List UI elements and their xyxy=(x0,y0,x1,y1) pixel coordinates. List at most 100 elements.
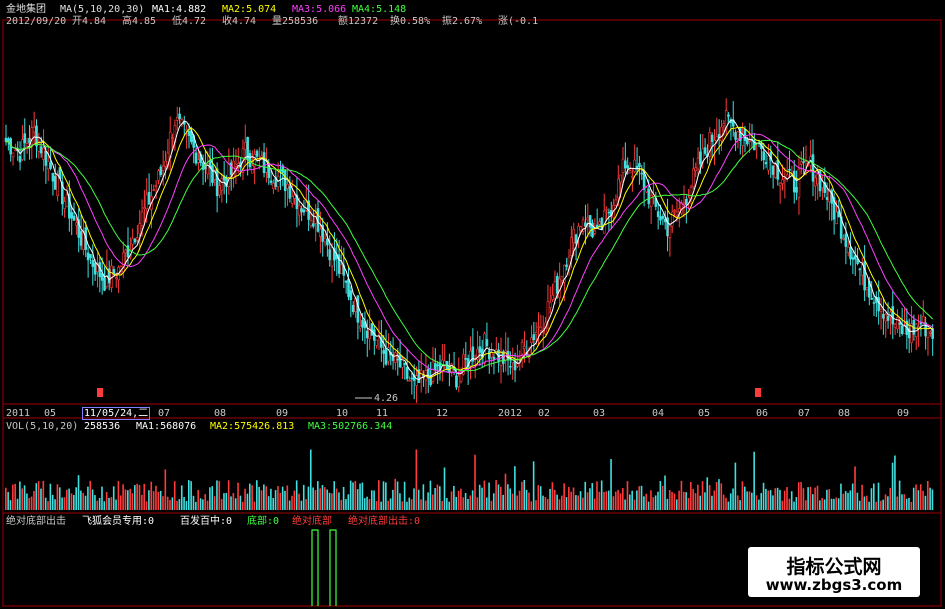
volume-bar xyxy=(844,491,847,510)
volume-bar xyxy=(523,480,526,510)
candle-body xyxy=(286,184,289,189)
volume-bar xyxy=(924,495,927,510)
volume-bar xyxy=(624,499,626,510)
candle-body xyxy=(164,160,167,167)
candle-body xyxy=(65,194,69,208)
candle-body xyxy=(302,209,306,213)
vol-ma3: MA3:502766.344 xyxy=(308,421,393,432)
candle-body xyxy=(136,237,139,241)
volume-bar xyxy=(288,500,291,510)
candle-body xyxy=(926,328,930,338)
volume-bar xyxy=(816,485,819,510)
timeline-label: 07 xyxy=(158,408,171,419)
volume-bar xyxy=(507,484,509,510)
candle-body xyxy=(523,346,526,349)
candle-body xyxy=(842,237,845,240)
candle-body xyxy=(197,159,200,163)
volume-bar xyxy=(401,501,404,510)
volume-bar xyxy=(420,499,422,510)
volume-bar xyxy=(108,497,110,510)
volume-bar xyxy=(9,500,12,510)
volume-bar xyxy=(593,498,596,510)
candle-body xyxy=(797,168,801,198)
volume-bar xyxy=(356,489,359,510)
watermark: 指标公式网 www.zbgs3.com xyxy=(748,547,920,597)
candle-body xyxy=(215,168,219,197)
volume-bar xyxy=(621,488,624,510)
volume-bar xyxy=(797,482,800,510)
candle-body xyxy=(513,361,517,371)
volume-bar xyxy=(741,481,744,510)
volume-bar xyxy=(870,488,873,510)
volume-bar xyxy=(7,491,9,510)
volume-bar xyxy=(729,493,732,510)
candle-body xyxy=(469,350,472,367)
volume-bar xyxy=(178,499,181,510)
volume-bar xyxy=(47,501,49,510)
candle-body xyxy=(206,165,210,175)
candle-body xyxy=(858,268,862,271)
volume-bar xyxy=(568,486,570,510)
volume-bar xyxy=(396,481,399,510)
volume-bar xyxy=(511,493,514,510)
volume-bar xyxy=(603,491,605,510)
volume-bar xyxy=(661,485,664,510)
event-marker xyxy=(97,388,103,397)
volume-bar xyxy=(779,489,781,510)
candle-body xyxy=(556,276,559,294)
volume-bar xyxy=(776,487,779,510)
volume-bar xyxy=(14,483,16,510)
volume-bar xyxy=(436,484,439,510)
volume-bar xyxy=(837,498,840,510)
candle-body xyxy=(677,208,681,213)
volume-bar xyxy=(385,482,387,510)
candle-body xyxy=(32,126,36,133)
candle-body xyxy=(152,189,156,191)
volume-bar xyxy=(220,499,223,510)
volume-bar xyxy=(75,487,77,510)
volume-bar xyxy=(600,480,603,510)
volume-bar xyxy=(277,486,279,510)
volume-bar xyxy=(267,496,270,510)
volume-bar xyxy=(431,494,434,510)
volume-bar xyxy=(490,500,493,510)
timeline-label: 2011 xyxy=(6,408,31,419)
volume-bar xyxy=(530,501,533,510)
volume-bar xyxy=(774,488,777,510)
volume-bar xyxy=(746,491,748,510)
volume-bar xyxy=(638,486,641,510)
volume-bar xyxy=(105,492,108,510)
volume-bar xyxy=(809,486,812,510)
volume-bar xyxy=(373,490,375,510)
candle-body xyxy=(410,377,414,380)
volume-bar xyxy=(197,489,199,510)
candle-body xyxy=(403,363,407,365)
volume-bar xyxy=(232,492,235,510)
candle-body xyxy=(574,234,578,244)
candle-body xyxy=(696,157,700,170)
volume-bar xyxy=(654,495,657,510)
volume-bar xyxy=(516,495,519,510)
candle-body xyxy=(882,313,885,319)
volume-bar xyxy=(743,486,746,510)
candle-body xyxy=(727,114,730,117)
volume-bar xyxy=(894,455,896,510)
candle-body xyxy=(248,153,252,168)
candle-body xyxy=(649,195,653,207)
volume-bar xyxy=(169,500,171,510)
candle-body xyxy=(565,264,568,267)
volume-bar xyxy=(450,491,453,510)
volume-bar xyxy=(370,490,373,510)
volume-bar xyxy=(103,501,106,510)
candle-body xyxy=(483,333,486,364)
candle-body xyxy=(778,182,782,186)
volume-bar xyxy=(535,500,537,510)
volume-bar xyxy=(647,501,650,510)
volume-bar xyxy=(481,487,483,510)
volume-bar xyxy=(157,491,160,510)
volume-bar xyxy=(305,499,307,510)
volume-bar xyxy=(91,489,94,510)
volume-bar xyxy=(739,500,741,510)
volume-bar xyxy=(424,500,427,510)
volume-bar xyxy=(882,499,884,510)
